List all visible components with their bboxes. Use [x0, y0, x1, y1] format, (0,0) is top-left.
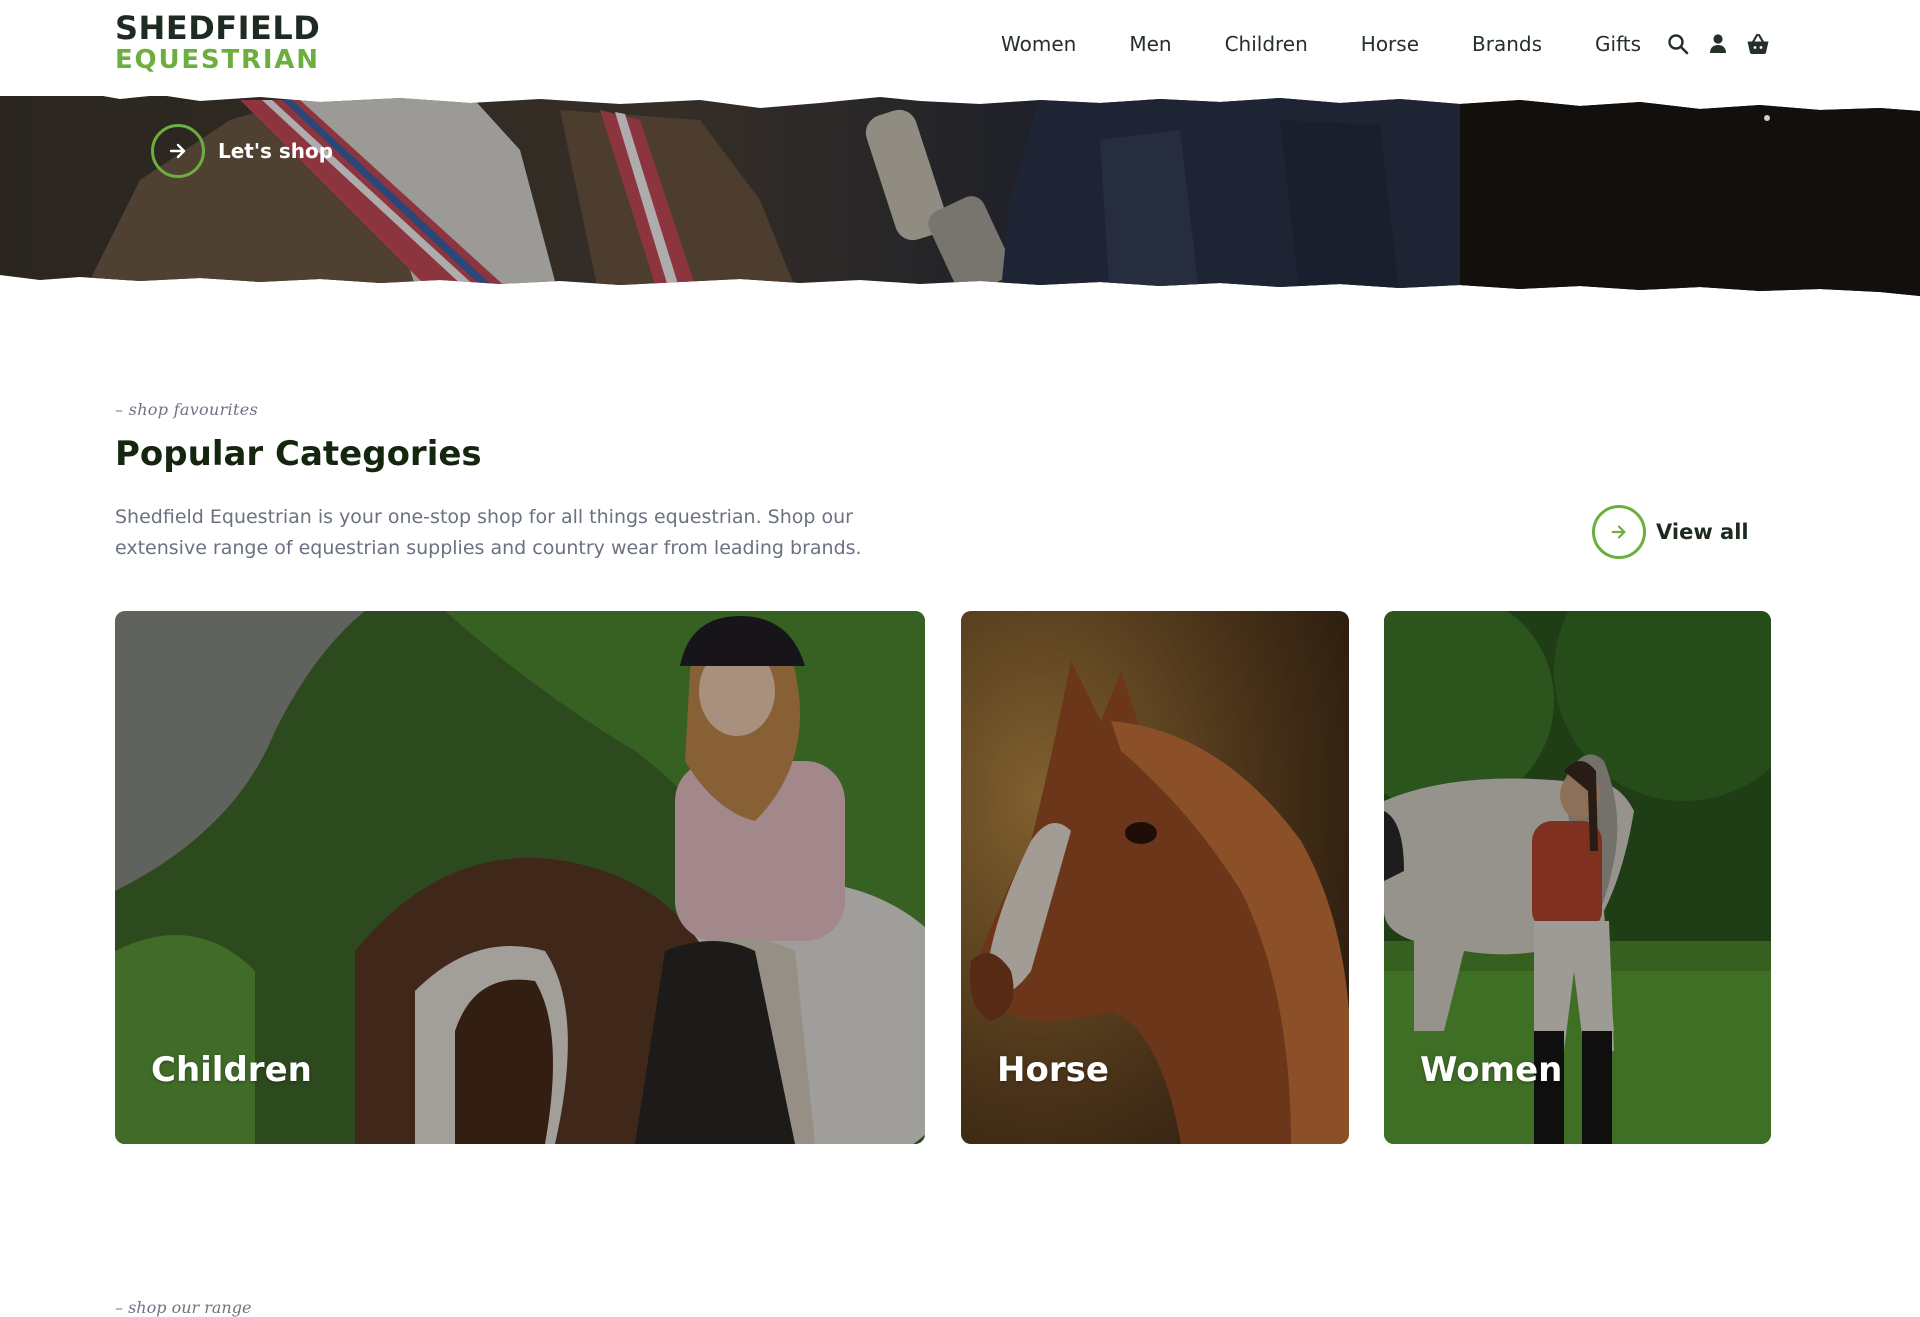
site-header: SHEDFIELD EQUESTRIAN Women Men Children … [0, 0, 1920, 96]
nav-item-horse[interactable]: Horse [1361, 30, 1419, 58]
nav-item-children[interactable]: Children [1225, 30, 1308, 58]
lets-shop-circle [151, 124, 205, 178]
category-card-horse[interactable]: Horse [961, 611, 1349, 1144]
view-all-button[interactable]: View all [1592, 505, 1749, 559]
category-card-children[interactable]: Children [115, 611, 925, 1144]
card-label-horse: Horse [997, 1050, 1109, 1090]
main-nav: Women Men Children Horse Brands Gifts [1001, 30, 1641, 58]
section-title: Popular Categories [115, 434, 482, 474]
lets-shop-label: Let's shop [218, 139, 334, 163]
view-all-label: View all [1656, 520, 1749, 544]
nav-item-men[interactable]: Men [1129, 30, 1171, 58]
view-all-circle [1592, 505, 1646, 559]
arrow-right-icon [169, 143, 186, 159]
arrow-right-icon [1611, 525, 1626, 539]
category-card-women[interactable]: Women [1384, 611, 1771, 1144]
lets-shop-button[interactable]: Let's shop [151, 124, 333, 178]
card-label-children: Children [151, 1050, 312, 1090]
nav-item-brands[interactable]: Brands [1472, 30, 1542, 58]
site-logo[interactable]: SHEDFIELD EQUESTRIAN [115, 12, 320, 73]
search-icon[interactable] [1666, 30, 1690, 58]
nav-item-women[interactable]: Women [1001, 30, 1076, 58]
next-section-eyebrow: – shop our range [115, 1298, 252, 1317]
section-eyebrow: – shop favourites [115, 400, 258, 419]
logo-line-2: EQUESTRIAN [115, 45, 320, 75]
section-description: Shedfield Equestrian is your one-stop sh… [115, 506, 862, 559]
nav-item-gifts[interactable]: Gifts [1595, 30, 1641, 58]
header-icons [1666, 30, 1770, 58]
basket-icon[interactable] [1746, 30, 1770, 58]
account-icon[interactable] [1706, 30, 1730, 58]
logo-line-1: SHEDFIELD [115, 9, 321, 47]
card-label-women: Women [1420, 1050, 1563, 1090]
